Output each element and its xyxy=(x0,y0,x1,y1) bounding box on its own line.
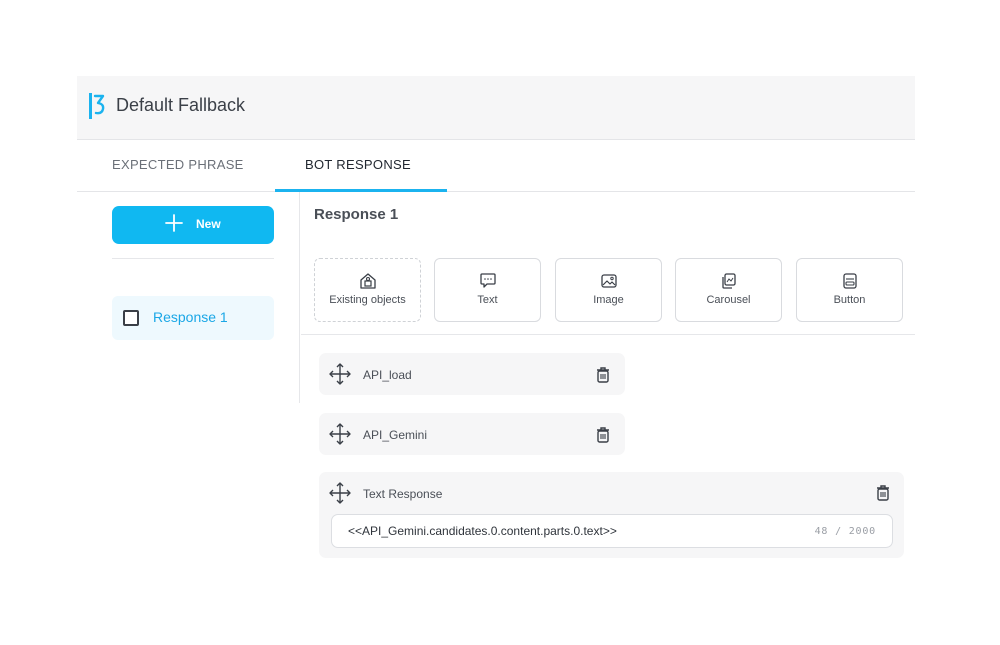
sidebar-item-response-1[interactable]: Response 1 xyxy=(112,296,274,340)
trash-icon[interactable] xyxy=(595,426,611,444)
add-text-button[interactable]: Text xyxy=(434,258,541,322)
carousel-icon xyxy=(721,273,736,289)
character-counter: 48 / 2000 xyxy=(814,526,876,537)
move-handle-icon[interactable] xyxy=(328,362,352,386)
existing-objects-icon xyxy=(359,273,376,289)
response-title: Response 1 xyxy=(314,206,399,223)
brand-logo-icon xyxy=(89,93,105,119)
app-window: Default Fallback EXPECTED PHRASE BOT RES… xyxy=(77,76,915,576)
button-icon xyxy=(842,273,857,289)
tab-expected-phrase[interactable]: EXPECTED PHRASE xyxy=(112,157,244,172)
type-label: Carousel xyxy=(706,294,751,306)
sidebar-item-label: Response 1 xyxy=(153,309,228,325)
chat-bubble-icon xyxy=(479,273,496,288)
editor-divider xyxy=(301,334,915,335)
text-response-input[interactable] xyxy=(331,514,893,548)
trash-icon[interactable] xyxy=(595,366,611,384)
block-name: Text Response xyxy=(363,487,443,501)
add-existing-objects-button[interactable]: Existing objects xyxy=(314,258,421,322)
add-button-button[interactable]: Button xyxy=(796,258,903,322)
active-tab-indicator xyxy=(275,189,447,192)
tab-bar: EXPECTED PHRASE BOT RESPONSE xyxy=(77,140,915,192)
move-handle-icon[interactable] xyxy=(328,481,352,505)
add-image-button[interactable]: Image xyxy=(555,258,662,322)
sidebar-divider xyxy=(112,258,274,259)
image-icon xyxy=(600,274,617,288)
response-block-api-load: API_load xyxy=(319,353,625,395)
type-label: Button xyxy=(833,294,866,306)
response-block-api-gemini: API_Gemini xyxy=(319,413,625,455)
response-sidebar: New Response 1 xyxy=(87,192,300,403)
type-label: Image xyxy=(593,294,624,306)
type-label: Existing objects xyxy=(329,294,406,306)
plus-icon xyxy=(165,214,183,232)
type-label: Text xyxy=(477,294,498,306)
block-name: API_Gemini xyxy=(363,428,428,442)
page-title: Default Fallback xyxy=(116,95,246,115)
block-name: API_load xyxy=(363,368,412,382)
response-block-text-response: Text Response 48 / 2000 xyxy=(319,472,904,558)
trash-icon[interactable] xyxy=(875,484,891,502)
add-carousel-button[interactable]: Carousel xyxy=(675,258,782,322)
move-handle-icon[interactable] xyxy=(328,422,352,446)
tab-bot-response[interactable]: BOT RESPONSE xyxy=(305,157,411,172)
new-button-label: New xyxy=(196,217,221,231)
header: Default Fallback xyxy=(77,76,915,140)
new-response-button[interactable]: New xyxy=(112,206,274,244)
response-checkbox[interactable] xyxy=(123,310,139,326)
